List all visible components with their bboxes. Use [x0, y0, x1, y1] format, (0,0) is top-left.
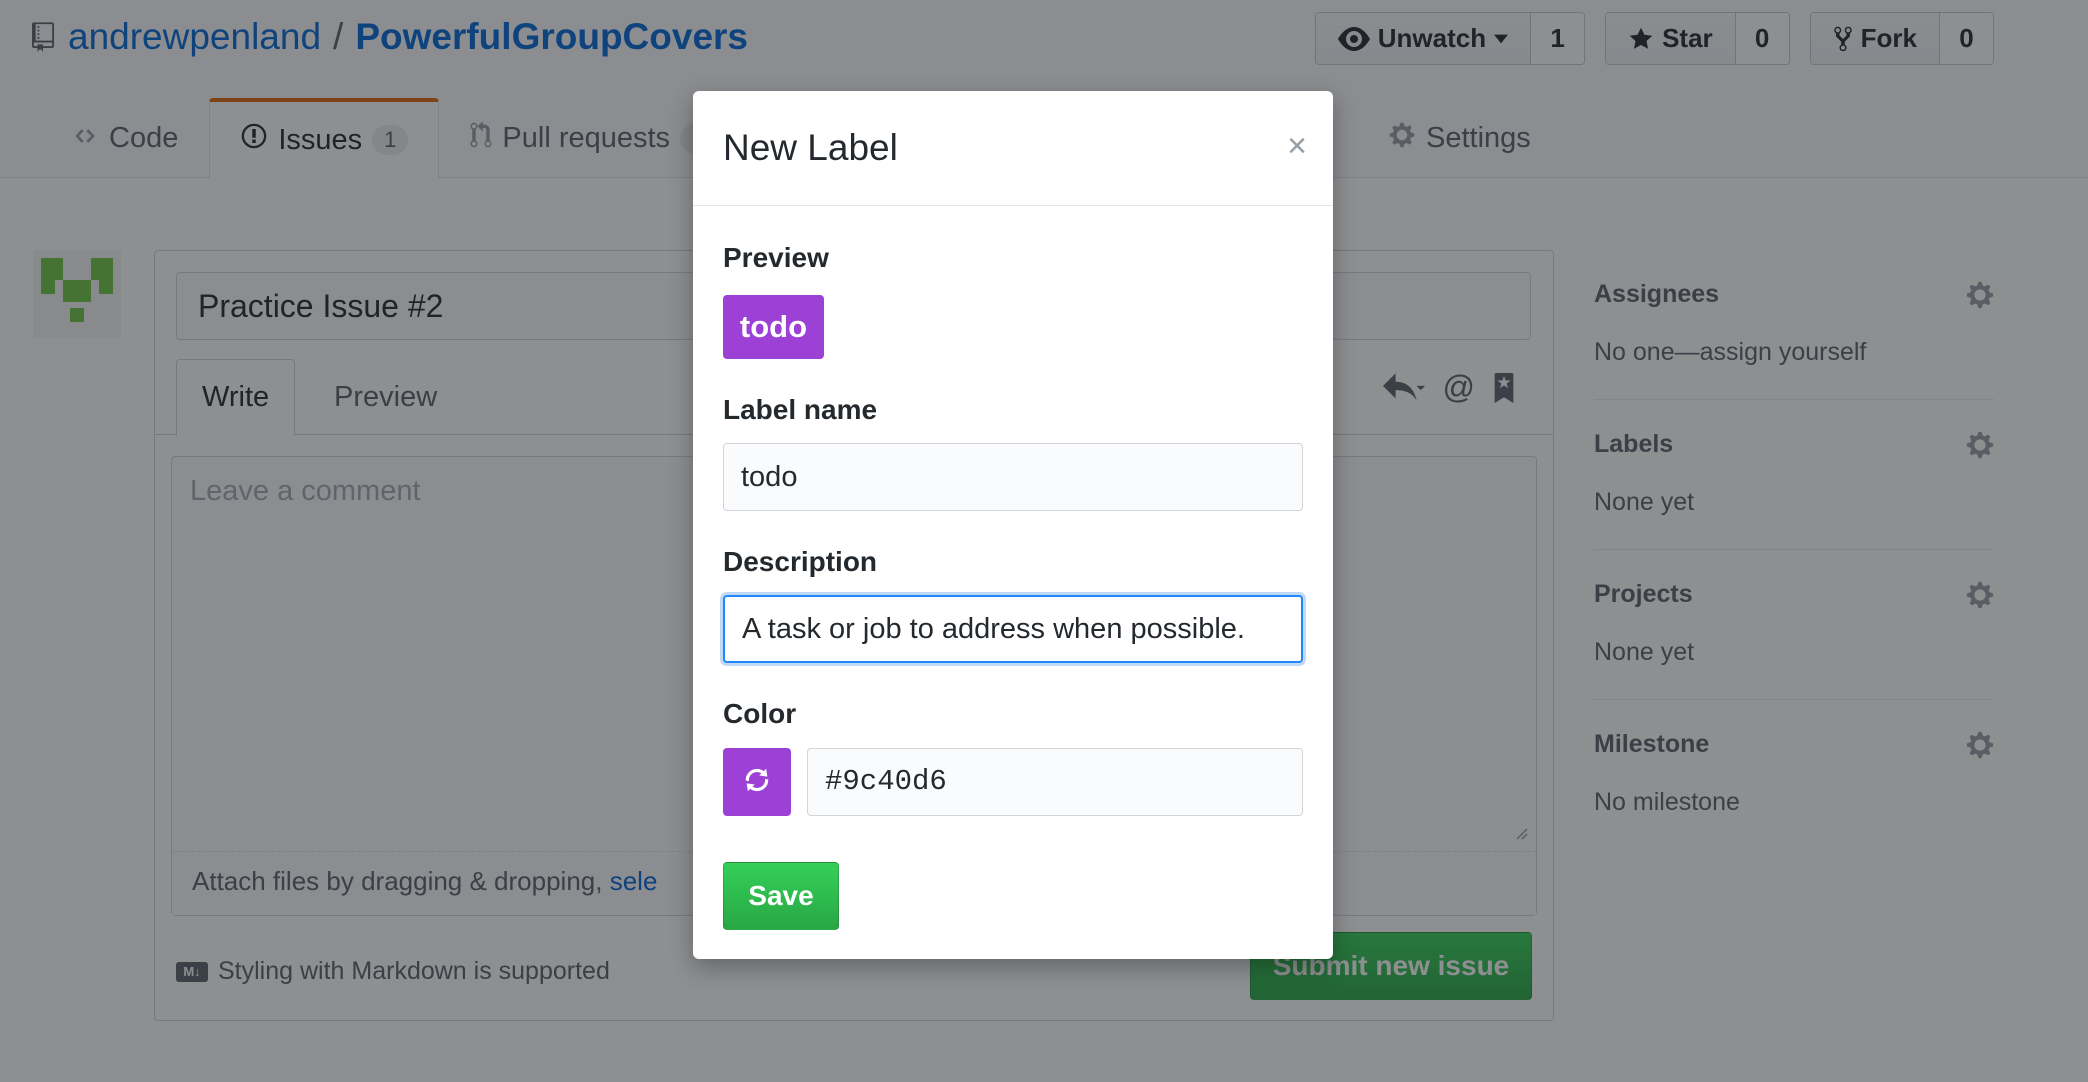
description-input[interactable]: A task or job to address when possible. — [723, 595, 1303, 663]
save-label-button[interactable]: Save — [723, 862, 839, 930]
color-hex-input[interactable]: #9c40d6 — [807, 748, 1303, 816]
random-color-button[interactable] — [723, 748, 791, 816]
label-name-input[interactable]: todo — [723, 443, 1303, 511]
label-name-heading: Label name — [723, 394, 878, 425]
page: andrewpenland / PowerfulGroupCovers Unwa… — [0, 0, 2088, 1082]
dialog-header: New Label × — [693, 91, 1333, 206]
close-icon[interactable]: × — [1287, 129, 1307, 163]
color-heading: Color — [723, 698, 797, 729]
preview-heading: Preview — [723, 242, 829, 273]
label-preview-badge: todo — [723, 295, 824, 359]
dialog-title: New Label — [723, 127, 898, 168]
description-heading: Description — [723, 546, 878, 577]
sync-icon — [744, 765, 770, 800]
new-label-dialog: New Label × Preview todo Label name todo… — [693, 91, 1333, 959]
